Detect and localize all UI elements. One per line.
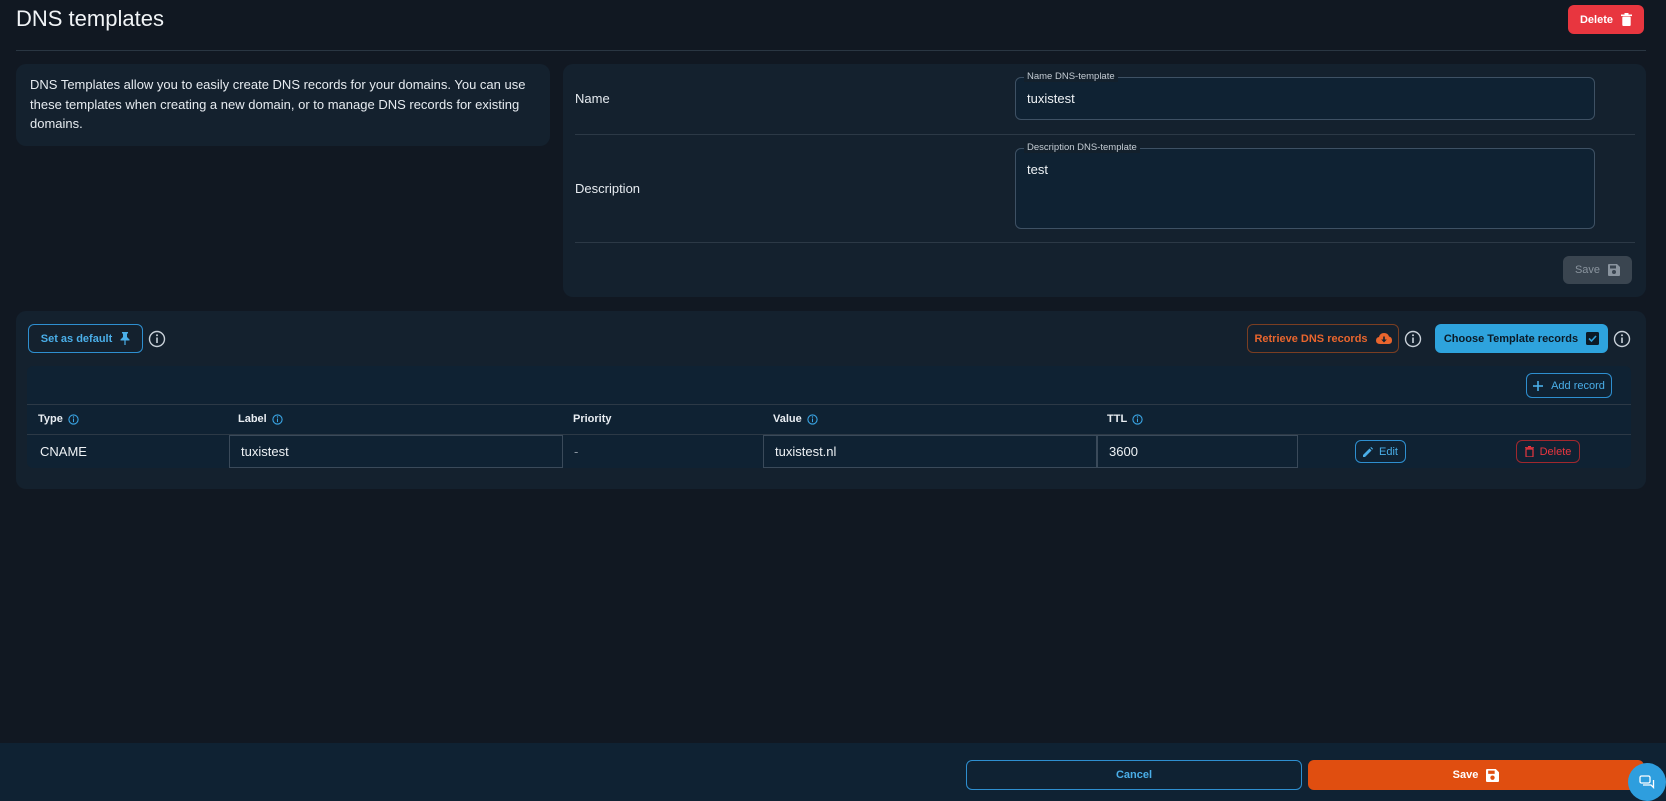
floppy-disk-icon — [1486, 768, 1500, 782]
cancel-label: Cancel — [1115, 769, 1153, 781]
add-record-label: Add record — [1551, 379, 1605, 392]
choose-template-records-label: Choose Template records — [1443, 332, 1579, 345]
retrieve-info-icon[interactable] — [1404, 330, 1422, 348]
choose-template-records-button[interactable]: Choose Template records — [1435, 324, 1608, 353]
column-ttl-label: TTL — [1107, 413, 1128, 425]
intro-text: DNS Templates allow you to easily create… — [30, 77, 526, 131]
header-divider — [16, 50, 1646, 51]
name-row-label: Name — [575, 91, 610, 106]
record-type-cell: CNAME — [40, 444, 87, 459]
column-value-label: Value — [773, 413, 802, 425]
pin-icon — [120, 332, 130, 345]
delete-label: Delete — [1579, 13, 1614, 26]
pencil-icon — [1363, 446, 1374, 457]
set-as-default-label: Set as default — [40, 332, 113, 345]
template-form-panel: Name Name DNS-template tuxistest Descrip… — [563, 64, 1646, 297]
name-field-label: Name DNS-template — [1024, 71, 1118, 82]
column-header-ttl: TTL — [1107, 413, 1143, 425]
floppy-disk-icon — [1608, 264, 1621, 276]
description-input-value[interactable]: test — [1027, 162, 1048, 177]
description-field-label: Description DNS-template — [1024, 142, 1140, 153]
delete-template-button[interactable]: Delete — [1568, 5, 1644, 34]
column-type-label: Type — [38, 413, 63, 425]
column-label-label: Label — [238, 413, 267, 425]
column-header-label: Label — [238, 413, 283, 425]
choose-template-info-icon[interactable] — [1613, 330, 1631, 348]
chat-support-button[interactable] — [1628, 763, 1666, 801]
column-priority-label: Priority — [573, 413, 612, 425]
save-label: Save — [1452, 769, 1479, 781]
ttl-info-icon[interactable] — [1132, 413, 1143, 425]
cancel-button[interactable]: Cancel — [966, 760, 1302, 790]
description-row-label: Description — [575, 181, 641, 196]
table-header-top-border — [27, 404, 1631, 405]
value-info-icon[interactable] — [807, 413, 818, 425]
description-field[interactable]: Description DNS-template test — [1015, 142, 1595, 229]
name-input-value[interactable]: tuxistest — [1027, 91, 1075, 106]
form-save-button[interactable]: Save — [1563, 256, 1632, 284]
trash-icon — [1524, 446, 1534, 457]
label-info-icon[interactable] — [272, 413, 283, 425]
column-header-type: Type — [38, 413, 79, 425]
checkbox-icon — [1586, 332, 1600, 345]
column-header-value: Value — [773, 413, 818, 425]
add-record-button[interactable]: Add record — [1526, 373, 1612, 398]
plus-icon — [1533, 380, 1544, 391]
intro-panel: DNS Templates allow you to easily create… — [16, 64, 550, 146]
record-value-cell[interactable]: tuxistest.nl — [763, 435, 1097, 468]
trash-icon — [1621, 13, 1633, 26]
retrieve-dns-records-button[interactable]: Retrieve DNS records — [1247, 324, 1399, 353]
save-button[interactable]: Save — [1308, 760, 1644, 790]
form-divider-1 — [575, 134, 1635, 135]
cloud-download-icon — [1375, 332, 1392, 344]
record-ttl-cell[interactable]: 3600 — [1097, 435, 1298, 468]
edit-record-button[interactable]: Edit — [1355, 440, 1406, 463]
page-title: DNS templates — [16, 6, 164, 31]
form-save-label: Save — [1574, 264, 1601, 276]
record-label-cell[interactable]: tuxistest — [229, 435, 563, 468]
form-divider-2 — [575, 242, 1635, 243]
edit-record-label: Edit — [1379, 445, 1398, 458]
chat-icon — [1639, 775, 1655, 789]
delete-record-label: Delete — [1539, 445, 1572, 458]
delete-record-button[interactable]: Delete — [1516, 440, 1580, 463]
column-header-priority: Priority — [573, 413, 612, 425]
type-info-icon[interactable] — [68, 413, 79, 425]
set-default-info-icon[interactable] — [148, 330, 166, 348]
record-priority-cell: - — [574, 444, 579, 459]
set-as-default-button[interactable]: Set as default — [28, 324, 143, 353]
retrieve-dns-records-label: Retrieve DNS records — [1254, 332, 1368, 345]
name-field[interactable]: Name DNS-template tuxistest — [1015, 71, 1595, 120]
